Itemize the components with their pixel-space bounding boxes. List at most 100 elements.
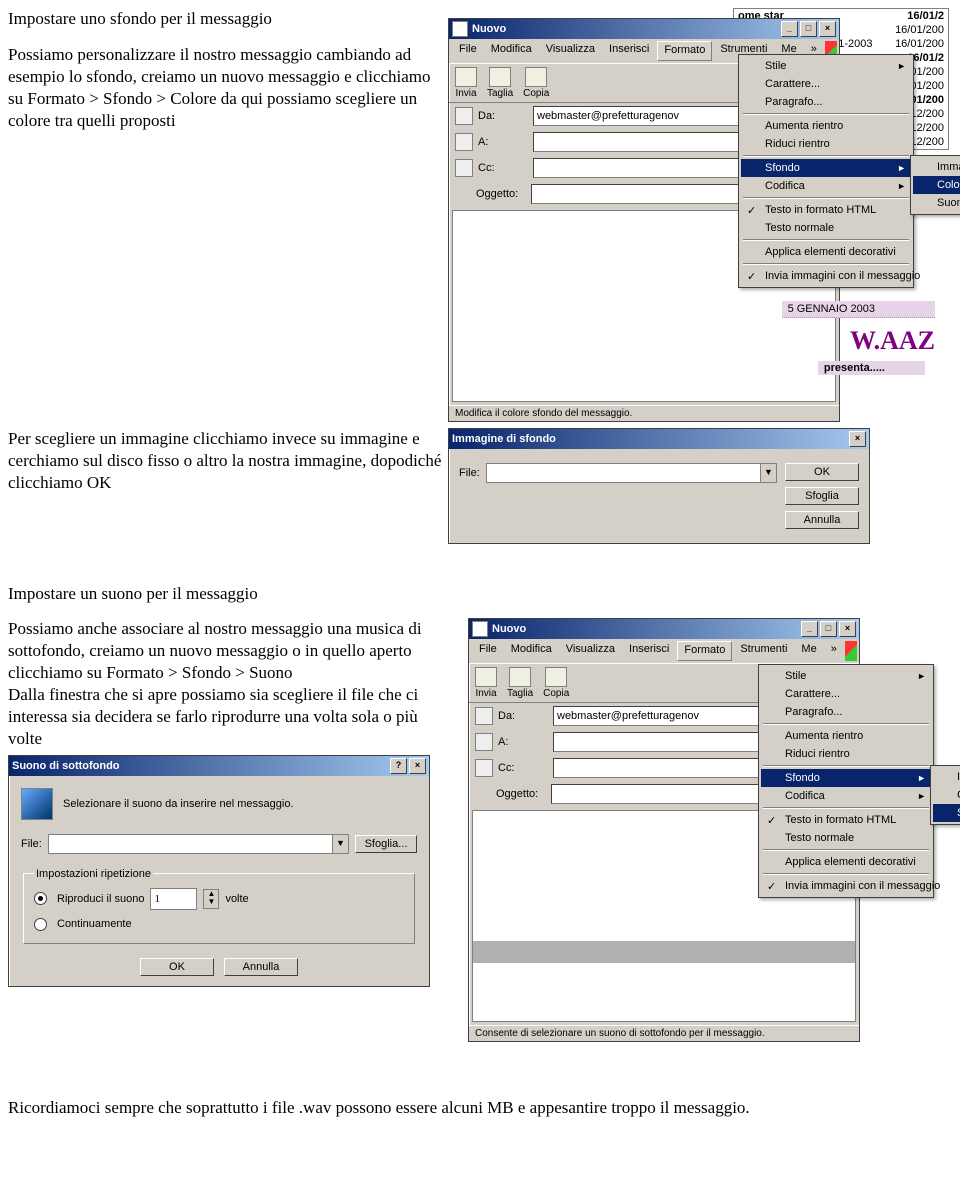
doc-icon	[452, 21, 468, 37]
menuitem-suono-[interactable]: Suono...	[913, 194, 960, 212]
file-label: File:	[459, 467, 480, 479]
menuitem-testo-in-formato-html[interactable]: Testo in formato HTML	[741, 201, 911, 219]
menu-modifica[interactable]: Modifica	[505, 641, 558, 661]
close-button[interactable]: ×	[409, 758, 426, 774]
toolbar-taglia[interactable]: Taglia	[487, 67, 513, 99]
menuitem-applica-elementi-decorativi[interactable]: Applica elementi decorativi	[741, 243, 911, 261]
section2-text: Per scegliere un immagine clicchiamo inv…	[8, 428, 448, 494]
maximize-button[interactable]: □	[800, 21, 817, 37]
ok-button[interactable]: OK	[140, 958, 214, 976]
menuitem-aumenta-rientro[interactable]: Aumenta rientro	[761, 727, 931, 745]
section3-title: Impostare un suono per il messaggio	[8, 584, 952, 604]
radio-repeat-label-a: Riproduci il suono	[57, 893, 144, 905]
windows-logo-icon	[845, 641, 857, 661]
statusbar: Modifica il colore sfondo del messaggio.	[449, 405, 839, 421]
menu-visualizza[interactable]: Visualizza	[560, 641, 621, 661]
toolbar-taglia[interactable]: Taglia	[507, 667, 533, 699]
section1-title: Impostare uno sfondo per il messaggio	[8, 8, 448, 30]
cc-label: Cc:	[478, 162, 528, 174]
toolbar-copia[interactable]: Copia	[543, 667, 569, 699]
toolbar-invia[interactable]: Invia	[455, 67, 477, 99]
body-bar	[473, 941, 855, 963]
maximize-button[interactable]: □	[820, 621, 837, 637]
radio-continuous[interactable]	[34, 918, 47, 931]
menuitem-riduci-rientro[interactable]: Riduci rientro	[741, 135, 911, 153]
overlay-aaz: W.AAZ	[850, 326, 935, 356]
menuitem-applica-elementi-decorativi[interactable]: Applica elementi decorativi	[761, 853, 931, 871]
chevron-down-icon[interactable]: ▼	[332, 835, 348, 853]
file-combo[interactable]: ▼	[486, 463, 777, 483]
window-title: Nuovo	[472, 23, 506, 35]
help-button[interactable]: ?	[390, 758, 407, 774]
menu-file[interactable]: File	[473, 641, 503, 661]
formato-menu[interactable]: StileCarattere...Paragrafo... Aumenta rie…	[738, 54, 914, 288]
immagine-dialog: Immagine di sfondo × File: ▼ OK Sfoglia	[448, 428, 870, 544]
menu-me[interactable]: Me	[795, 641, 822, 661]
menuitem-stile[interactable]: Stile	[761, 667, 931, 685]
menuitem-colore[interactable]: Colore	[933, 786, 960, 804]
radio-repeat-label-b: volte	[225, 893, 248, 905]
menuitem-testo-normale[interactable]: Testo normale	[761, 829, 931, 847]
more-icon[interactable]: »	[825, 641, 843, 661]
menu-modifica[interactable]: Modifica	[485, 41, 538, 61]
menuitem-testo-in-formato-html[interactable]: Testo in formato HTML	[761, 811, 931, 829]
menu-inserisci[interactable]: Inserisci	[603, 41, 655, 61]
menuitem-invia-immagini-con-il-messaggio[interactable]: Invia immagini con il messaggio	[741, 267, 911, 285]
sfondo-submenu[interactable]: Immagine...ColoreSuono...	[910, 155, 960, 215]
sfoglia-button[interactable]: Sfoglia...	[355, 835, 417, 853]
menuitem-codifica[interactable]: Codifica	[761, 787, 931, 805]
menuitem-codifica[interactable]: Codifica	[741, 177, 911, 195]
subject-label: Oggetto:	[496, 788, 546, 800]
menuitem-riduci-rientro[interactable]: Riduci rientro	[761, 745, 931, 763]
ok-button[interactable]: OK	[785, 463, 859, 481]
close-button[interactable]: ×	[819, 21, 836, 37]
menubar: FileModificaVisualizzaInserisciFormatoSt…	[469, 639, 859, 663]
menuitem-stile[interactable]: Stile	[741, 57, 911, 75]
menuitem-colore[interactable]: Colore	[913, 176, 960, 194]
minimize-button[interactable]: _	[801, 621, 818, 637]
minimize-button[interactable]: _	[781, 21, 798, 37]
cc-label: Cc:	[498, 762, 548, 774]
menuitem-suono-[interactable]: Suono...	[933, 804, 960, 822]
footer-text: Ricordiamoci sempre che soprattutto i fi…	[8, 1098, 952, 1118]
stepper-icon[interactable]: ▲▼	[203, 889, 219, 909]
menu-formato[interactable]: Formato	[677, 641, 732, 661]
menuitem-sfondo[interactable]: Sfondo	[741, 159, 911, 177]
menuitem-invia-immagini-con-il-messaggio[interactable]: Invia immagini con il messaggio	[761, 877, 931, 895]
formato-menu[interactable]: StileCarattere...Paragrafo... Aumenta rie…	[758, 664, 934, 898]
menuitem-carattere-[interactable]: Carattere...	[761, 685, 931, 703]
overlay-date: 5 GENNAIO 2003	[782, 301, 935, 318]
radio-repeat-n[interactable]	[34, 892, 47, 905]
menu-inserisci[interactable]: Inserisci	[623, 641, 675, 661]
sfondo-submenu[interactable]: Immagine...ColoreSuono...	[930, 765, 960, 825]
to-icon	[455, 133, 473, 151]
menu-visualizza[interactable]: Visualizza	[540, 41, 601, 61]
annulla-button[interactable]: Annulla	[224, 958, 298, 976]
menuitem-aumenta-rientro[interactable]: Aumenta rientro	[741, 117, 911, 135]
menuitem-paragrafo-[interactable]: Paragrafo...	[761, 703, 931, 721]
menuitem-testo-normale[interactable]: Testo normale	[741, 219, 911, 237]
file-combo[interactable]: ▼	[48, 834, 349, 854]
repeat-count[interactable]	[150, 888, 197, 910]
menuitem-paragrafo-[interactable]: Paragrafo...	[741, 93, 911, 111]
suono-dialog: Suono di sottofondo ? × Selezionare il s…	[8, 755, 430, 987]
menuitem-immagine-[interactable]: Immagine...	[913, 158, 960, 176]
from-icon	[455, 107, 473, 125]
sfoglia-button[interactable]: Sfoglia	[785, 487, 859, 505]
chevron-down-icon[interactable]: ▼	[760, 464, 776, 482]
dialog-title: Suono di sottofondo	[12, 760, 120, 772]
toolbar-invia[interactable]: Invia	[475, 667, 497, 699]
menu-strumenti[interactable]: Strumenti	[734, 641, 793, 661]
menu-formato[interactable]: Formato	[657, 41, 712, 61]
menuitem-carattere-[interactable]: Carattere...	[741, 75, 911, 93]
close-icon[interactable]: ×	[849, 431, 866, 447]
annulla-button[interactable]: Annulla	[785, 511, 859, 529]
to-icon	[475, 733, 493, 751]
close-button[interactable]: ×	[839, 621, 856, 637]
menu-file[interactable]: File	[453, 41, 483, 61]
menuitem-immagine-[interactable]: Immagine...	[933, 768, 960, 786]
toolbar-copia[interactable]: Copia	[523, 67, 549, 99]
dialog-title: Immagine di sfondo	[452, 433, 556, 445]
to-label: A:	[498, 736, 548, 748]
menuitem-sfondo[interactable]: Sfondo	[761, 769, 931, 787]
